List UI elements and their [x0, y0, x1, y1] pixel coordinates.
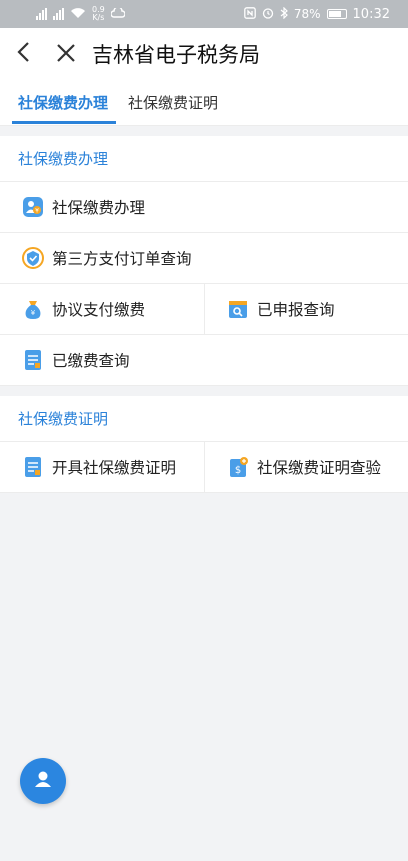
menu-item-agreement-payment[interactable]: ¥ 协议支付缴费	[0, 284, 204, 334]
svg-text:$: $	[235, 465, 241, 476]
svg-text:¥: ¥	[35, 208, 39, 215]
bluetooth-icon	[280, 6, 288, 22]
clock: 10:32	[352, 6, 390, 22]
cloud-icon	[110, 6, 126, 21]
list-row: 开具社保缴费证明 $ 社保缴费证明查验	[0, 442, 408, 493]
menu-item-label: 已申报查询	[257, 301, 335, 319]
tab-social-security-payment[interactable]: 社保缴费办理	[11, 80, 117, 126]
tab-bar: 社保缴费办理 社保缴费证明	[0, 80, 408, 126]
nfc-icon	[244, 6, 256, 22]
menu-item-verify-certificate[interactable]: $ 社保缴费证明查验	[204, 442, 408, 492]
menu-item-label: 第三方支付订单查询	[52, 250, 192, 268]
third-party-payment-icon	[22, 247, 44, 269]
list-row: ¥ 协议支付缴费 已申报查询	[0, 284, 408, 335]
menu-item-paid-query[interactable]: 已缴费查询	[0, 335, 408, 385]
certificate-document-icon	[22, 456, 44, 478]
network-speed: 0.9 K/s	[92, 6, 105, 22]
user-icon	[32, 768, 54, 794]
menu-item-issue-certificate[interactable]: 开具社保缴费证明	[0, 442, 204, 492]
navigation-bar: 吉林省电子税务局	[0, 28, 408, 80]
social-security-payment-icon: ¥	[22, 196, 44, 218]
alarm-icon	[262, 7, 274, 22]
menu-item-label: 社保缴费办理	[52, 199, 146, 217]
back-icon[interactable]	[16, 40, 42, 68]
menu-item-third-party-payment-query[interactable]: 第三方支付订单查询	[0, 233, 408, 283]
user-profile-button[interactable]	[20, 758, 66, 804]
svg-text:¥: ¥	[31, 309, 36, 317]
battery-icon	[326, 9, 347, 19]
section-title-payment: 社保缴费办理	[0, 136, 408, 182]
signal-icon	[36, 8, 47, 20]
signal-icon	[53, 8, 64, 20]
battery-percent: 78%	[293, 7, 321, 21]
status-bar-left: 0.9 K/s	[36, 6, 126, 22]
section-title-certificate: 社保缴费证明	[0, 396, 408, 442]
document-list-icon	[22, 349, 44, 371]
menu-item-label: 协议支付缴费	[52, 301, 146, 319]
tab-social-security-certificate[interactable]: 社保缴费证明	[128, 80, 218, 126]
network-speed-unit: K/s	[92, 13, 105, 22]
close-icon[interactable]	[46, 40, 86, 68]
money-bag-icon: ¥	[22, 298, 44, 320]
status-bar-right: 78% 10:32	[244, 6, 390, 22]
menu-item-label: 社保缴费证明查验	[257, 459, 382, 477]
menu-item-label: 开具社保缴费证明	[52, 459, 177, 477]
list-row: 已缴费查询	[0, 335, 408, 386]
page-title: 吉林省电子税务局	[92, 43, 260, 67]
status-bar: 0.9 K/s 78% 10:32	[0, 0, 408, 28]
menu-item-social-security-payment[interactable]: ¥ 社保缴费办理	[0, 182, 408, 232]
certificate-verify-icon: $	[227, 456, 249, 478]
list-row: 第三方支付订单查询	[0, 233, 408, 284]
wifi-icon	[70, 7, 86, 22]
declared-search-icon	[227, 298, 249, 320]
list-row: ¥ 社保缴费办理	[0, 182, 408, 233]
menu-item-label: 已缴费查询	[52, 352, 130, 370]
menu-item-declared-query[interactable]: 已申报查询	[204, 284, 408, 334]
